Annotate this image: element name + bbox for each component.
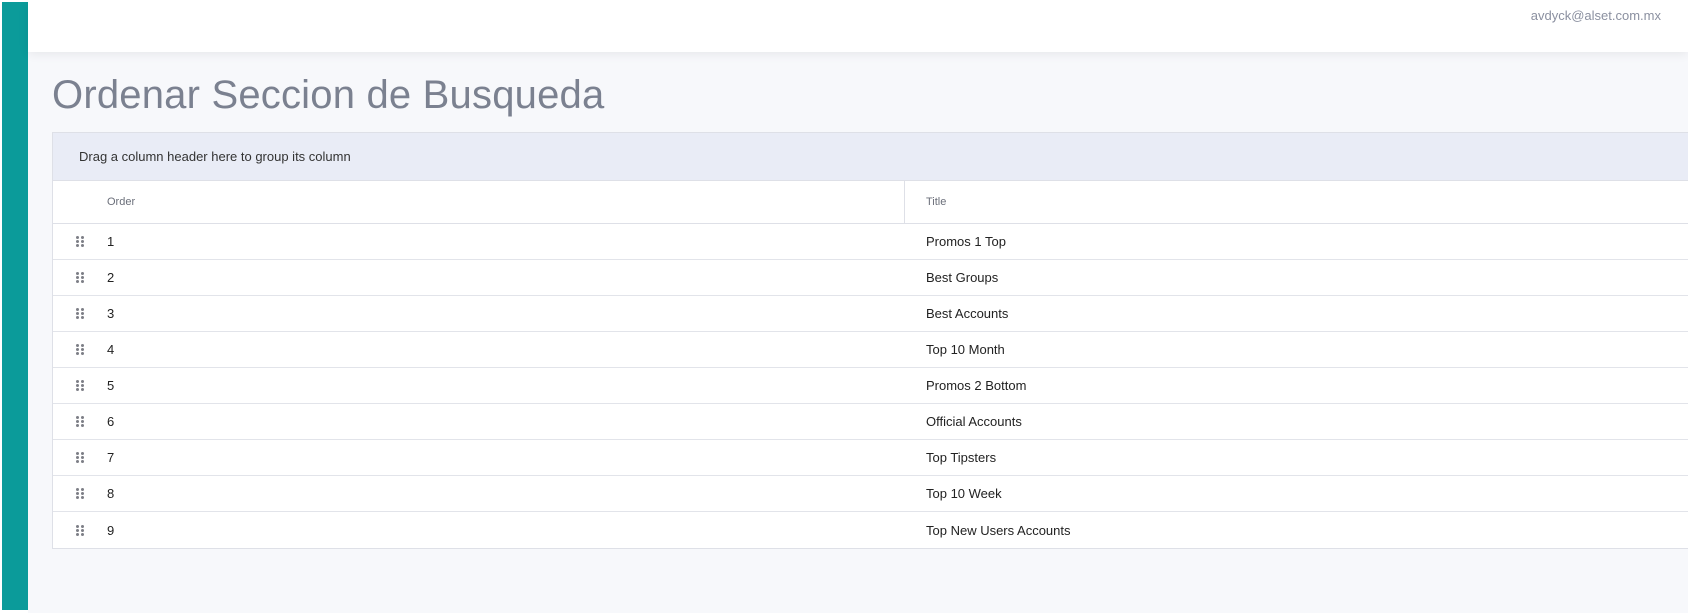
drag-handle-icon[interactable]: [76, 236, 84, 247]
top-bar: avdyck@alset.com.mx: [28, 0, 1688, 52]
cell-title: Top Tipsters: [926, 450, 997, 465]
table-row[interactable]: 5 Promos 2 Bottom: [53, 368, 1688, 404]
cell-title: Best Accounts: [926, 306, 1009, 321]
cell-title: Official Accounts: [926, 414, 1022, 429]
cell-order: 5: [107, 378, 115, 393]
cell-order: 9: [107, 522, 115, 538]
cell-order: 7: [107, 450, 115, 465]
drag-handle[interactable]: [53, 332, 107, 367]
data-grid: Drag a column header here to group its c…: [52, 132, 1688, 549]
drag-handle-icon[interactable]: [76, 380, 84, 391]
drag-handle[interactable]: [53, 512, 107, 548]
drag-handle-icon[interactable]: [76, 272, 84, 283]
drag-handle-icon[interactable]: [76, 344, 84, 355]
cell-title: Promos 1 Top: [926, 234, 1006, 249]
table-row[interactable]: 9 Top New Users Accounts: [53, 512, 1688, 548]
cell-order: 2: [107, 270, 115, 285]
drag-handle[interactable]: [53, 440, 107, 475]
grid-body: 1 Promos 1 Top 2 Best Groups 3 Best Accounts 4…: [53, 224, 1688, 548]
drag-handle[interactable]: [53, 260, 107, 295]
cell-order: 3: [107, 306, 115, 321]
table-row[interactable]: 1 Promos 1 Top: [53, 224, 1688, 260]
drag-handle-icon[interactable]: [76, 452, 84, 463]
main-content: avdyck@alset.com.mx Ordenar Seccion de B…: [28, 0, 1688, 613]
drag-handle[interactable]: [53, 224, 107, 259]
column-header-order-label: Order: [107, 196, 136, 208]
cell-title: Best Groups: [926, 270, 999, 285]
drag-handle[interactable]: [53, 476, 107, 511]
drag-handle[interactable]: [53, 296, 107, 331]
table-row[interactable]: 7 Top Tipsters: [53, 440, 1688, 476]
table-row[interactable]: 4 Top 10 Month: [53, 332, 1688, 368]
cell-order: 1: [107, 234, 115, 249]
header-handle-cell: [53, 181, 107, 223]
drag-handle[interactable]: [53, 368, 107, 403]
drag-handle[interactable]: [53, 404, 107, 439]
cell-order: 4: [107, 342, 115, 357]
drag-handle-icon[interactable]: [76, 308, 84, 319]
group-panel[interactable]: Drag a column header here to group its c…: [53, 133, 1688, 181]
table-row[interactable]: 8 Top 10 Week: [53, 476, 1688, 512]
table-row[interactable]: 6 Official Accounts: [53, 404, 1688, 440]
drag-handle-icon[interactable]: [76, 524, 84, 536]
sidebar: [2, 2, 28, 610]
column-header-title[interactable]: Title: [905, 181, 1688, 223]
cell-title: Top 10 Month: [926, 342, 1005, 357]
table-row[interactable]: 2 Best Groups: [53, 260, 1688, 296]
grid-header-row: Order Title: [53, 181, 1688, 224]
drag-handle-icon[interactable]: [76, 488, 84, 499]
table-row[interactable]: 3 Best Accounts: [53, 296, 1688, 332]
drag-handle-icon[interactable]: [76, 416, 84, 427]
page-title: Ordenar Seccion de Busqueda: [52, 73, 605, 117]
cell-title: Promos 2 Bottom: [926, 378, 1027, 393]
app-window: avdyck@alset.com.mx Ordenar Seccion de B…: [0, 0, 1688, 613]
cell-order: 8: [107, 486, 115, 501]
cell-title: Top 10 Week: [926, 486, 1002, 501]
cell-order: 6: [107, 414, 115, 429]
column-header-order[interactable]: Order: [107, 181, 905, 223]
group-panel-text: Drag a column header here to group its c…: [79, 149, 351, 164]
column-header-title-label: Title: [926, 196, 947, 208]
user-email[interactable]: avdyck@alset.com.mx: [1531, 8, 1661, 23]
cell-title: Top New Users Accounts: [926, 522, 1071, 538]
